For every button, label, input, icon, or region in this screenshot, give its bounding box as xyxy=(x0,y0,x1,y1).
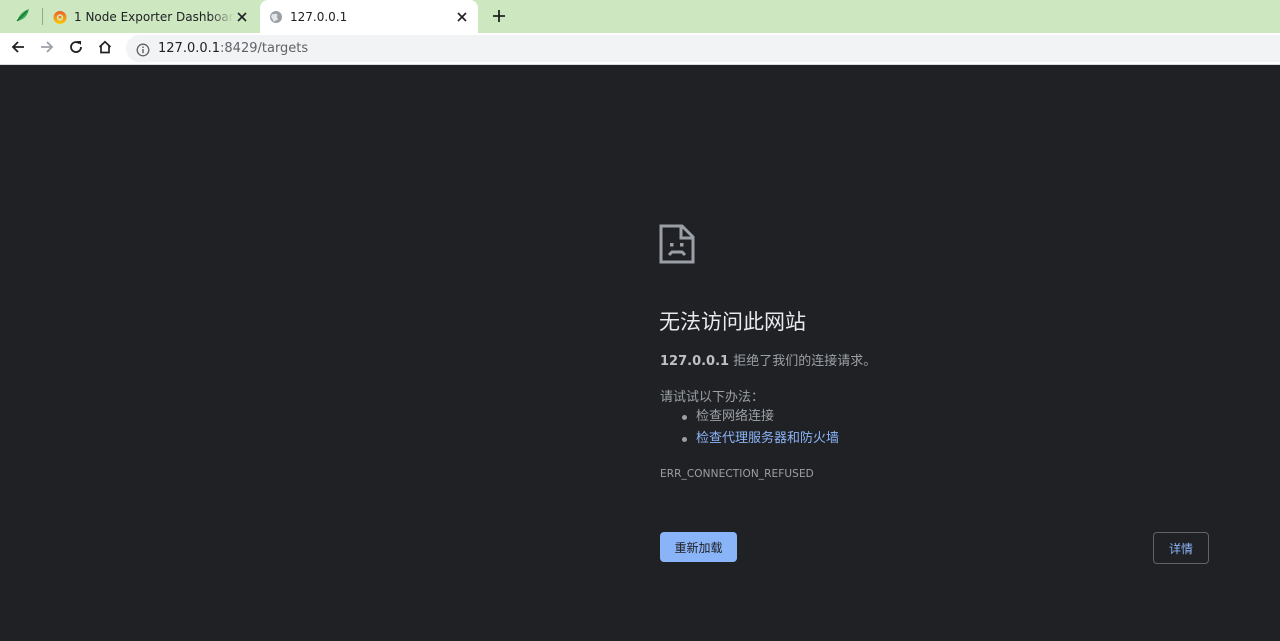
page-content xyxy=(0,65,1280,641)
tab-title: 127.0.0.1 xyxy=(290,9,348,24)
new-tab-button[interactable] xyxy=(488,6,510,28)
app-leaf-icon xyxy=(15,7,31,27)
tab-strip: 1 Node Exporter Dashboard 2 127.0.0.1 xyxy=(0,0,1280,33)
tab-active-localhost[interactable]: 127.0.0.1 xyxy=(260,0,478,33)
plus-icon xyxy=(492,8,506,27)
tab-title: 1 Node Exporter Dashboard 2 xyxy=(74,9,234,24)
home-button[interactable] xyxy=(93,37,117,61)
error-host: 127.0.0.1 xyxy=(660,354,730,369)
suggestion-check-proxy-link[interactable]: 检查代理服务器和防火墙 xyxy=(696,431,839,446)
globe-icon xyxy=(268,9,284,25)
forward-button[interactable] xyxy=(35,37,59,61)
error-description: 127.0.0.1 拒绝了我们的连接请求。 xyxy=(660,350,876,369)
url-host: 127.0.0.1 xyxy=(158,41,221,56)
address-bar[interactable]: 127.0.0.1:8429/targets xyxy=(126,35,1280,62)
error-heading: 无法访问此网站 xyxy=(659,310,806,334)
close-icon[interactable] xyxy=(454,9,470,25)
forward-arrow-icon xyxy=(39,39,55,59)
reload-page-button[interactable]: 重新加载 xyxy=(660,532,737,562)
url-text[interactable]: 127.0.0.1:8429/targets xyxy=(158,41,308,56)
list-item: 检查网络连接 xyxy=(660,406,839,428)
browser-toolbar: 127.0.0.1:8429/targets xyxy=(0,33,1280,64)
url-path: :8429/targets xyxy=(220,41,309,56)
back-button[interactable] xyxy=(6,37,30,61)
tab-separator xyxy=(42,8,43,25)
grafana-icon xyxy=(52,9,68,25)
reload-button[interactable] xyxy=(64,37,88,61)
suggestions-label: 请试试以下办法： xyxy=(660,390,765,405)
list-item: 检查代理服务器和防火墙 xyxy=(660,428,839,450)
back-arrow-icon xyxy=(10,39,26,59)
home-icon xyxy=(97,39,113,59)
suggestion-check-network: 检查网络连接 xyxy=(696,409,775,424)
details-button[interactable]: 详情 xyxy=(1153,532,1209,564)
pinned-tab[interactable] xyxy=(8,4,38,29)
sad-page-icon xyxy=(659,224,695,264)
close-icon[interactable] xyxy=(234,9,250,25)
tab-node-exporter-dashboard[interactable]: 1 Node Exporter Dashboard 2 xyxy=(44,0,258,33)
error-message: 拒绝了我们的连接请求。 xyxy=(729,354,877,369)
reload-icon xyxy=(68,39,84,59)
suggestions-list: 检查网络连接 检查代理服务器和防火墙 xyxy=(660,406,839,450)
info-icon[interactable] xyxy=(136,42,150,56)
error-code: ERR_CONNECTION_REFUSED xyxy=(660,468,814,480)
